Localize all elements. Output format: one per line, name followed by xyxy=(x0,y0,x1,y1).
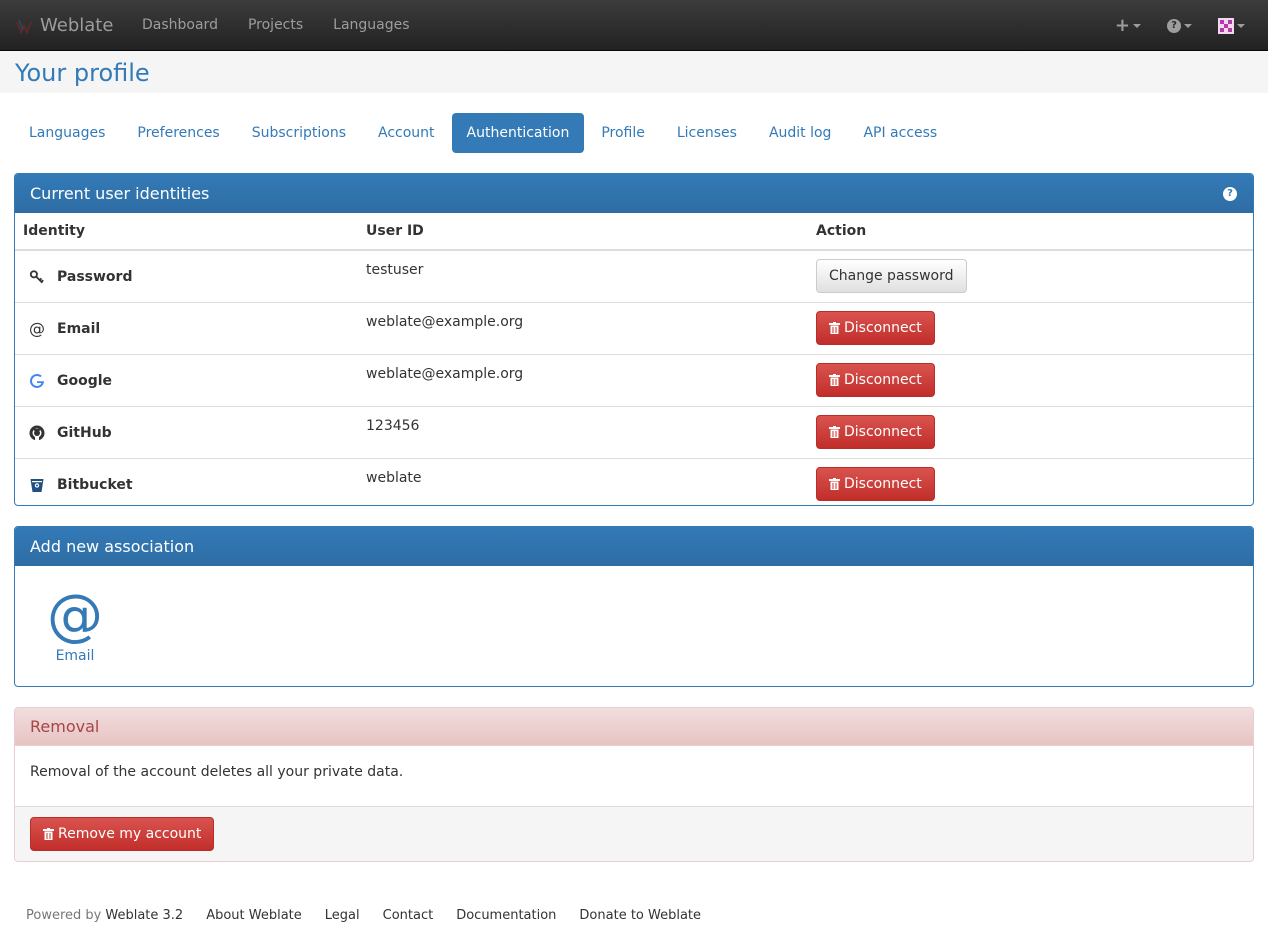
tab-licenses[interactable]: Licenses xyxy=(662,113,752,153)
trash-icon xyxy=(829,426,840,438)
tab-api-access[interactable]: API access xyxy=(848,113,952,153)
tab-preferences[interactable]: Preferences xyxy=(122,113,234,153)
page-title: Your profile xyxy=(15,59,150,87)
top-navbar: Weblate Dashboard Projects Languages + ? xyxy=(0,0,1268,51)
disconnect-bitbucket-button[interactable]: Disconnect xyxy=(816,467,935,501)
identities-panel-header: Current user identities ? xyxy=(15,174,1253,213)
removal-panel-header: Removal xyxy=(15,708,1253,746)
tab-account[interactable]: Account xyxy=(363,113,450,153)
identity-name: Email xyxy=(57,320,101,337)
title-band: Your profile xyxy=(0,51,1268,93)
nav-dashboard[interactable]: Dashboard xyxy=(127,0,233,51)
nav-links: Dashboard Projects Languages xyxy=(127,0,425,51)
trash-icon xyxy=(43,828,54,840)
user-id-value: weblate@example.org xyxy=(366,366,524,382)
identities-table: Identity User ID Action Password testuse… xyxy=(15,213,1253,505)
disconnect-google-button[interactable]: Disconnect xyxy=(816,363,935,397)
identity-name: Google xyxy=(57,372,113,389)
removal-panel: Removal Removal of the account deletes a… xyxy=(14,707,1254,862)
tab-languages[interactable]: Languages xyxy=(14,113,120,153)
disconnect-github-button[interactable]: Disconnect xyxy=(816,415,935,449)
user-id-value: 123456 xyxy=(366,418,420,434)
nav-right: + ? xyxy=(1102,0,1258,51)
trash-icon xyxy=(829,478,840,490)
help-icon[interactable]: ? xyxy=(1223,187,1237,201)
footer-about-link[interactable]: About Weblate xyxy=(206,908,302,923)
removal-text: Removal of the account deletes all your … xyxy=(30,764,404,780)
table-row: Password testuser Change password xyxy=(15,250,1253,303)
add-menu-dropdown[interactable]: + xyxy=(1102,0,1154,51)
plus-icon: + xyxy=(1114,14,1130,36)
table-row: Bitbucket weblate Disconnect xyxy=(15,458,1253,505)
association-panel: Add new association @ Email xyxy=(14,526,1254,687)
change-password-button[interactable]: Change password xyxy=(816,259,967,293)
google-icon xyxy=(29,373,45,389)
bitbucket-icon xyxy=(29,477,45,493)
table-row: Google weblate@example.org Disconnect xyxy=(15,354,1253,407)
user-id-value: testuser xyxy=(366,262,424,278)
association-panel-title: Add new association xyxy=(30,537,195,556)
identity-name: GitHub xyxy=(57,424,112,441)
tab-audit-log[interactable]: Audit log xyxy=(754,113,847,153)
tab-authentication[interactable]: Authentication xyxy=(451,113,585,153)
add-email-association[interactable]: @ Email xyxy=(45,583,105,665)
help-menu-dropdown[interactable]: ? xyxy=(1154,0,1205,51)
table-row: @ Email weblate@example.org Disconnect xyxy=(15,302,1253,355)
identities-panel-title: Current user identities xyxy=(30,184,210,203)
at-icon: @ xyxy=(29,319,45,338)
user-menu-dropdown[interactable] xyxy=(1205,0,1258,51)
profile-tabs: Languages Preferences Subscriptions Acco… xyxy=(14,113,954,153)
tab-profile[interactable]: Profile xyxy=(586,113,660,153)
tab-subscriptions[interactable]: Subscriptions xyxy=(237,113,361,153)
question-icon: ? xyxy=(1167,18,1181,33)
avatar xyxy=(1218,17,1234,34)
footer-contact-link[interactable]: Contact xyxy=(383,908,434,923)
footer-legal-link[interactable]: Legal xyxy=(325,908,360,923)
identity-name: Password xyxy=(57,268,133,285)
removal-panel-title: Removal xyxy=(30,717,100,736)
footer-version-link[interactable]: Weblate 3.2 xyxy=(105,908,183,923)
trash-icon xyxy=(829,374,840,386)
association-panel-header: Add new association xyxy=(15,527,1253,566)
trash-icon xyxy=(829,322,840,334)
remove-account-button[interactable]: Remove my account xyxy=(30,817,215,851)
footer-donate-link[interactable]: Donate to Weblate xyxy=(579,908,701,923)
github-icon xyxy=(29,425,45,441)
identities-panel: Current user identities ? Identity User … xyxy=(14,173,1254,506)
nav-languages[interactable]: Languages xyxy=(318,0,424,51)
col-action: Action xyxy=(808,213,1253,251)
footer-documentation-link[interactable]: Documentation xyxy=(456,908,556,923)
footer-powered-by: Powered by Weblate 3.2 xyxy=(26,908,184,923)
page-footer: Powered by Weblate 3.2 About Weblate Lega… xyxy=(26,908,724,923)
disconnect-email-button[interactable]: Disconnect xyxy=(816,311,935,345)
caret-icon xyxy=(1184,23,1192,28)
col-identity: Identity xyxy=(15,213,358,251)
table-row: GitHub 123456 Disconnect xyxy=(15,406,1253,459)
association-label: Email xyxy=(55,648,95,664)
user-id-value: weblate@example.org xyxy=(366,314,524,330)
identity-name: Bitbucket xyxy=(57,476,133,493)
at-icon: @ xyxy=(47,583,103,648)
col-user-id: User ID xyxy=(358,213,808,251)
brand-text: Weblate xyxy=(40,15,114,36)
nav-projects[interactable]: Projects xyxy=(233,0,318,51)
caret-icon xyxy=(1133,23,1141,28)
caret-icon xyxy=(1237,23,1245,28)
brand[interactable]: Weblate xyxy=(14,0,113,51)
key-icon xyxy=(29,269,45,285)
user-id-value: weblate xyxy=(366,470,422,486)
weblate-logo-icon xyxy=(16,19,32,35)
